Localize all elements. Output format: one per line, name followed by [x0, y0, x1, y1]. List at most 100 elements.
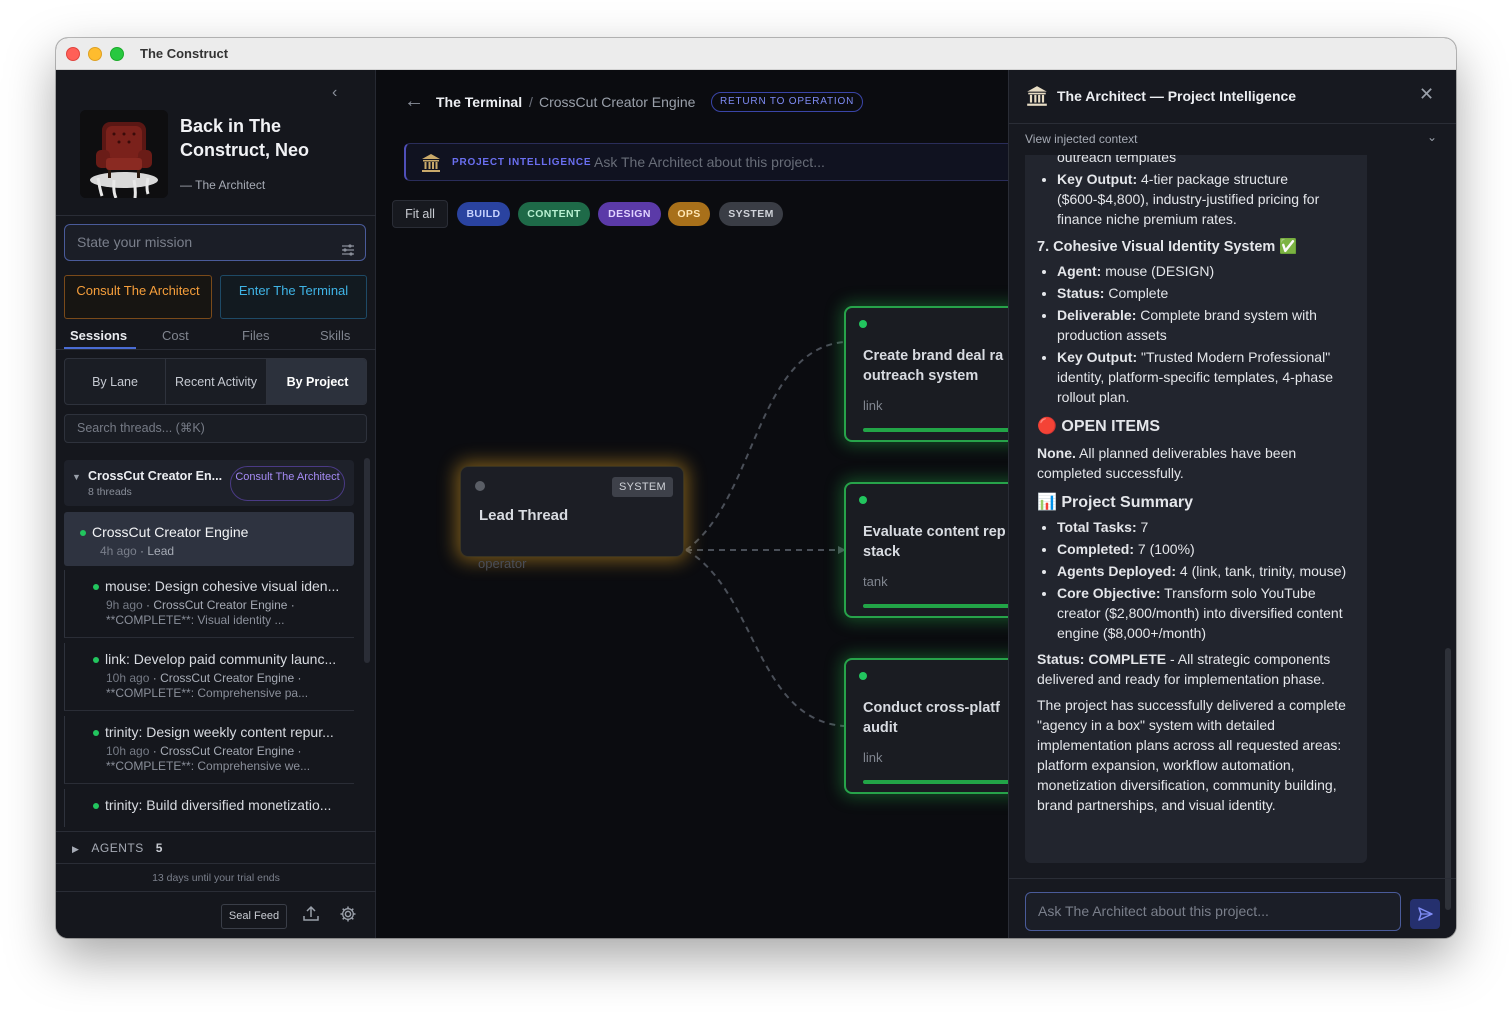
- list-item: Deliverable: Complete brand system with …: [1057, 305, 1359, 345]
- thread-meta: 9h ago · CrossCut Creator Engine ·: [106, 598, 295, 612]
- list-item: Key Output: 4-tier package structure ($6…: [1057, 169, 1359, 229]
- group-consult-architect-button[interactable]: Consult The Architect: [230, 466, 345, 501]
- view-switcher: By Lane Recent Activity By Project: [64, 358, 367, 405]
- trial-notice: 13 days until your trial ends: [152, 872, 280, 884]
- paragraph: Status: COMPLETE - All strategic compone…: [1037, 651, 1331, 687]
- list-item: Key Output: "Trusted Modern Professional…: [1057, 347, 1359, 407]
- view-by-lane[interactable]: By Lane: [65, 359, 166, 404]
- project-group-count: 8 threads: [88, 486, 132, 498]
- thread-meta: 10h ago · CrossCut Creator Engine ·: [106, 744, 302, 758]
- chevron-down-icon[interactable]: ⌄: [1427, 130, 1437, 144]
- status-dot: [93, 730, 99, 737]
- status-dot: [859, 672, 867, 680]
- lead-thread-node[interactable]: SYSTEM Lead Thread: [460, 466, 684, 557]
- view-injected-context-toggle[interactable]: View injected context: [1025, 132, 1138, 146]
- thread-summary: **COMPLETE**: Visual identity ...: [106, 613, 285, 627]
- architect-message: outreach templates Key Output: 4-tier pa…: [1025, 155, 1367, 863]
- active-thread-title: CrossCut Creator Engine: [80, 524, 248, 540]
- panel-scrollbar[interactable]: [1445, 648, 1451, 910]
- seal-feed-button[interactable]: Seal Feed: [221, 904, 287, 929]
- greeting-signature: — The Architect: [180, 178, 266, 192]
- list-item: Agent: mouse (DESIGN): [1057, 261, 1359, 281]
- view-recent-activity[interactable]: Recent Activity: [166, 359, 267, 404]
- node-agent: operator: [478, 556, 527, 571]
- thread-summary: **COMPLETE**: Comprehensive we...: [106, 759, 311, 773]
- node-agent: link: [863, 398, 883, 413]
- project-group-header[interactable]: ▼ CrossCut Creator En... 8 threads Consu…: [64, 460, 354, 506]
- task-node[interactable]: Conduct cross-platf audit link: [844, 658, 1008, 794]
- thread-title: trinity: Design weekly content repur...: [93, 724, 348, 740]
- status-dot: [859, 320, 867, 328]
- tab-cost[interactable]: Cost: [162, 328, 189, 343]
- architect-panel: The Architect — Project Intelligence ✕ V…: [1008, 70, 1456, 938]
- thread-search-input[interactable]: Search threads... (⌘K): [64, 414, 367, 443]
- minimize-window-button[interactable]: [88, 47, 102, 61]
- message-body: outreach templates Key Output: 4-tier pa…: [1037, 155, 1359, 821]
- list-item: outreach templates: [1057, 155, 1177, 165]
- progress-bar: [863, 604, 1008, 608]
- paragraph: The project has successfully delivered a…: [1037, 697, 1346, 813]
- institution-icon: [1027, 86, 1047, 106]
- divider: [56, 863, 376, 864]
- status-dot: [80, 530, 86, 537]
- thread-summary: **COMPLETE**: Comprehensive pa...: [106, 686, 309, 700]
- list-item: Completed: 7 (100%): [1057, 539, 1359, 559]
- paragraph: None. All planned deliverables have been…: [1037, 445, 1297, 481]
- app-window: The Construct ‹ Back in The Construct, N…: [56, 38, 1456, 938]
- gear-icon[interactable]: [338, 904, 358, 924]
- collapse-sidebar-icon[interactable]: ‹: [332, 84, 337, 102]
- divider: [56, 831, 376, 832]
- status-dot: [859, 496, 867, 504]
- send-button[interactable]: [1410, 899, 1440, 929]
- close-icon[interactable]: ✕: [1419, 84, 1434, 105]
- active-thread-item[interactable]: CrossCut Creator Engine 4h ago · Lead: [64, 512, 354, 566]
- panel-footer: Ask The Architect about this project...: [1009, 878, 1456, 938]
- zoom-window-button[interactable]: [110, 47, 124, 61]
- progress-bar: [863, 780, 1008, 784]
- edge-lead-to-node-1: [685, 341, 845, 551]
- list-item: Total Tasks: 7: [1057, 517, 1359, 537]
- tab-sessions[interactable]: Sessions: [70, 328, 127, 343]
- status-dot: [93, 803, 99, 810]
- panel-title: The Architect — Project Intelligence: [1057, 88, 1297, 104]
- greeting-heading: Back in The Construct, Neo: [180, 116, 310, 160]
- task-node[interactable]: Evaluate content rep stack tank: [844, 482, 1008, 618]
- section-heading: 7. Cohesive Visual Identity System ✅: [1037, 239, 1298, 255]
- sliders-icon[interactable]: [341, 235, 355, 269]
- node-agent: tank: [863, 574, 888, 589]
- task-node[interactable]: Create brand deal ra outreach system link: [844, 306, 1008, 442]
- section-heading: 🔴 OPEN ITEMS: [1037, 418, 1161, 435]
- architect-portrait: [80, 110, 168, 198]
- tab-files[interactable]: Files: [242, 328, 269, 343]
- active-thread-meta: 4h ago · Lead: [100, 544, 175, 558]
- node-title: Conduct cross-platf audit: [863, 700, 1000, 736]
- node-title: Lead Thread: [479, 507, 569, 524]
- thread-item[interactable]: trinity: Design weekly content repur... …: [64, 716, 354, 784]
- status-dot: [475, 481, 485, 491]
- thread-list-scrollbar[interactable]: [364, 458, 370, 663]
- thread-item[interactable]: mouse: Design cohesive visual iden... 9h…: [64, 570, 354, 638]
- node-title: Evaluate content rep stack: [863, 524, 1006, 560]
- project-group-name: CrossCut Creator En...: [88, 469, 223, 483]
- list-item: Agents Deployed: 4 (link, tank, trinity,…: [1057, 561, 1359, 581]
- mission-input[interactable]: State your mission: [64, 224, 366, 261]
- title-bar: The Construct: [56, 38, 1456, 70]
- consult-architect-button[interactable]: Consult The Architect: [64, 275, 212, 319]
- view-by-project[interactable]: By Project: [267, 359, 366, 404]
- status-dot: [93, 657, 99, 664]
- enter-terminal-button[interactable]: Enter The Terminal: [220, 275, 367, 319]
- expand-triangle-icon[interactable]: ▼: [72, 472, 81, 482]
- thread-item[interactable]: link: Develop paid community launc... 10…: [64, 643, 354, 711]
- agents-section-toggle[interactable]: ▶ AGENTS 5: [72, 841, 163, 855]
- upload-icon[interactable]: [301, 904, 321, 924]
- close-window-button[interactable]: [66, 47, 80, 61]
- thread-item[interactable]: trinity: Build diversified monetizatio..…: [64, 789, 354, 827]
- status-dot: [93, 584, 99, 591]
- edge-lead-to-node-3: [685, 549, 845, 727]
- thread-title: link: Develop paid community launc...: [93, 651, 348, 667]
- window-title: The Construct: [140, 46, 229, 61]
- node-title: Create brand deal ra outreach system: [863, 348, 1004, 384]
- thread-meta: 10h ago · CrossCut Creator Engine ·: [106, 671, 302, 685]
- ask-architect-input[interactable]: Ask The Architect about this project...: [1025, 892, 1401, 931]
- tab-skills[interactable]: Skills: [320, 328, 350, 343]
